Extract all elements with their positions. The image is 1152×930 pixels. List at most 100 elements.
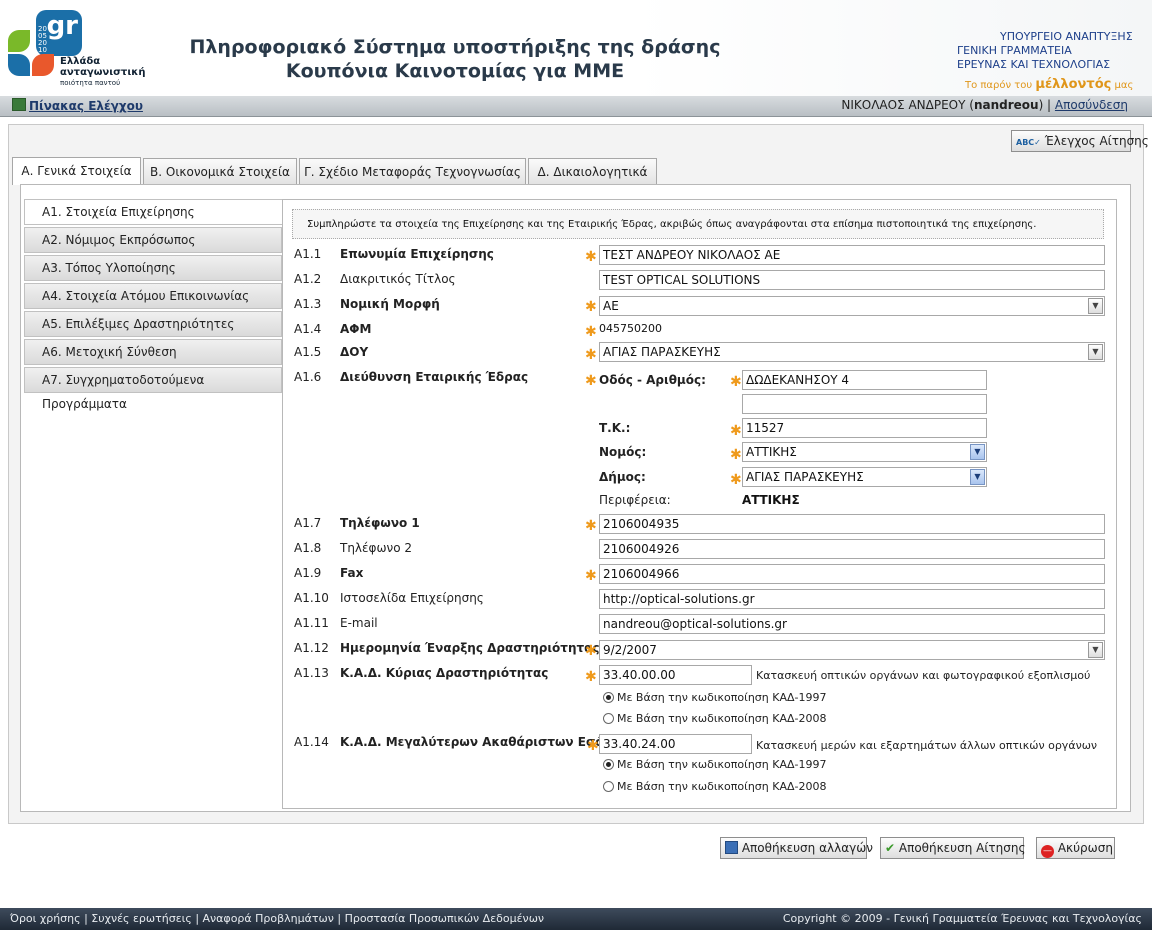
main-kad-radio-1997[interactable]: Με Βάση την κωδικοποίηση ΚΑΔ-1997 [603,691,826,704]
sidebar-item-shareholders[interactable]: Α6. Μετοχική Σύνθεση [24,339,282,365]
field-number: A1.4 [294,322,322,336]
save-application-button[interactable]: ✔ Αποθήκευση Αίτησης [880,837,1026,859]
user-name: ΝΙΚΟΛΑΟΣ ΑΝΔΡΕΟΥ [841,98,966,112]
required-marker: ✱ [730,472,742,488]
dashboard-label: Πίνακας Ελέγχου [29,99,143,113]
sidebar-item-company[interactable]: Α1. Στοιχεία Επιχείρησης [24,199,282,225]
phone1-input[interactable]: 2106004935 [599,514,1105,534]
field-number: A1.1 [294,247,322,261]
start-date-value: 9/2/2007 [603,643,657,657]
checkmark-icon: ✔ [885,841,896,855]
required-marker: ✱ [585,249,597,265]
revenue-kad-radio-2008[interactable]: Με Βάση την κωδικοποίηση ΚΑΔ-2008 [603,780,826,793]
afm-value: 045750200 [599,322,662,335]
tab-label: Γ. Σχέδιο Μεταφοράς Τεχνογνωσίας [304,165,521,179]
fax-label: Fax [340,566,364,580]
sidebar-item-label: Α1. Στοιχεία Επιχείρησης [42,205,195,219]
field-number: A1.3 [294,297,322,311]
system-title-line-1: Πληροφοριακό Σύστημα υποστήριξης της δρά… [189,36,721,58]
distinctive-title-input[interactable]: TEST OPTICAL SOLUTIONS [599,270,1105,290]
email-input[interactable]: nandreou@optical-solutions.gr [599,614,1105,634]
sidebar-item-label: Α3. Τόπος Υλοποίησης [42,261,176,275]
chevron-down-icon: ▼ [1088,298,1103,314]
footer-copyright: Copyright © 2009 - Γενική Γραμματεία Έρε… [782,912,1142,925]
tab-general[interactable]: Α. Γενικά Στοιχεία [12,157,141,185]
website-input[interactable]: http://optical-solutions.gr [599,589,1105,609]
main-kad-input[interactable]: 33.40.00.00 [599,665,752,685]
sidebar-item-label: Α6. Μετοχική Σύνθεση [42,345,177,359]
start-date-select[interactable]: 9/2/2007 ▼ [599,640,1105,660]
radio-label: Με Βάση την κωδικοποίηση ΚΑΔ-2008 [617,712,827,725]
motto-bold: μέλλοντός [1035,77,1112,92]
company-name-label: Επωνυμία Επιχείρησης [340,247,494,261]
logo-petal-blue [8,54,30,76]
tax-office-select[interactable]: ΑΓΙΑΣ ΠΑΡΑΣΚΕΥΗΣ ▼ [599,342,1105,362]
website-label: Ιστοσελίδα Επιχείρησης [340,591,484,605]
sidebar-item-label: Α5. Επιλέξιμες Δραστηριότητες [42,317,235,331]
company-name-input[interactable]: ΤΕΣΤ ΑΝΔΡΕΟΥ ΝΙΚΟΛΑΟΣ ΑΕ [599,245,1105,265]
required-marker: ✱ [730,447,742,463]
sidebar-item-contact[interactable]: Α4. Στοιχεία Ατόμου Επικοινωνίας [24,283,282,309]
phone2-label: Τηλέφωνο 2 [340,541,412,555]
required-marker: ✱ [730,374,742,390]
tab-documents[interactable]: Δ. Δικαιολογητικά [528,158,657,184]
tab-knowhow-plan[interactable]: Γ. Σχέδιο Μεταφοράς Τεχνογνωσίας [299,158,526,184]
afm-label: ΑΦΜ [340,322,372,336]
address-label: Διεύθυνση Εταιρικής Έδρας [340,370,529,384]
fax-input[interactable]: 2106004966 [599,564,1105,584]
revenue-kad-description: Κατασκευή μερών και εξαρτημάτων άλλων οπ… [756,739,1098,752]
field-number: A1.11 [294,616,329,630]
sidebar-item-activities[interactable]: Α5. Επιλέξιμες Δραστηριότητες [24,311,282,337]
sidebar-item-location[interactable]: Α3. Τόπος Υλοποίησης [24,255,282,281]
logo-year: 2005 2010 [38,25,47,54]
field-number: A1.10 [294,591,329,605]
required-marker: ✱ [585,373,597,389]
chevron-down-icon: ▼ [1088,344,1103,360]
revenue-kad-input[interactable]: 33.40.24.00 [599,734,752,754]
region-value: ΑΤΤΙΚΗΣ [742,493,800,507]
ministry-line-1: ΥΠΟΥΡΓΕΙΟ ΑΝΑΠΤΥΞΗΣ [1000,30,1133,43]
logo-line-3: ποιότητα παντού [60,79,121,87]
dashboard-link[interactable]: Πίνακας Ελέγχου [12,98,143,113]
municipality-select[interactable]: ΑΓΙΑΣ ΠΑΡΑΣΚΕΥΗΣ ▼ [742,467,987,487]
logo-petal-green [8,30,30,52]
radio-empty-icon [603,713,614,724]
logo-text: Ελλάδα ανταγωνιστική ποιότητα παντού [60,56,145,89]
motto-post: μας [1114,80,1134,91]
sidebar-item-legal-rep[interactable]: Α2. Νόμιμος Εκπρόσωπος [24,227,282,253]
required-marker: ✱ [585,518,597,534]
sidebar-item-label: Α4. Στοιχεία Ατόμου Επικοινωνίας [42,289,250,303]
system-title: Πληροφοριακό Σύστημα υποστήριξης της δρά… [150,35,760,83]
street-input[interactable]: ΔΩΔΕΚΑΝΗΣΟΥ 4 [742,370,987,390]
main-kad-description: Κατασκευή οπτικών οργάνων και φωτογραφικ… [756,669,1091,682]
zip-input[interactable]: 11527 [742,418,987,438]
ministry-logo: ΥΠΟΥΡΓΕΙΟ ΑΝΑΠΤΥΞΗΣ ΓΕΝΙΚΗ ΓΡΑΜΜΑΤΕΙΑ ΕΡ… [957,30,1133,72]
start-date-label: Ημερομηνία Έναρξης Δραστηριότητας [340,641,600,655]
street-line2-input[interactable] [742,394,987,414]
cancel-button[interactable]: — Ακύρωση [1036,837,1115,859]
check-application-button[interactable]: ABC✓ Έλεγχος Αίτησης [1011,130,1149,152]
required-marker: ✱ [585,324,597,340]
main-kad-radio-2008[interactable]: Με Βάση την κωδικοποίηση ΚΑΔ-2008 [603,712,826,725]
dashboard-icon [12,98,26,111]
sidebar-item-cofunded[interactable]: Α7. Συγχρηματοδοτούμενα Προγράμματα [24,367,282,411]
required-marker: ✱ [585,669,597,685]
check-application-label: Έλεγχος Αίτησης [1044,134,1149,148]
required-marker: ✱ [585,568,597,584]
phone2-input[interactable]: 2106004926 [599,539,1105,559]
user-login: nandreou [973,98,1039,112]
revenue-kad-radio-1997[interactable]: Με Βάση την κωδικοποίηση ΚΑΔ-1997 [603,758,826,771]
municipality-label: Δήμος: [599,470,646,484]
legal-form-select[interactable]: ΑΕ ▼ [599,296,1105,316]
radio-empty-icon [603,781,614,792]
tab-financial[interactable]: Β. Οικονομικά Στοιχεία [143,158,297,184]
logout-link[interactable]: Αποσύνδεση [1055,98,1128,112]
user-info: ΝΙΚΟΛΑΟΣ ΑΝΔΡΕΟΥ (nandreou) | Αποσύνδεση [841,98,1128,112]
municipality-value: ΑΓΙΑΣ ΠΑΡΑΣΚΕΥΗΣ [746,470,864,484]
tab-label: Α. Γενικά Στοιχεία [21,164,132,178]
save-application-label: Αποθήκευση Αίτησης [898,841,1026,855]
save-changes-button[interactable]: Αποθήκευση αλλαγών [720,837,873,859]
footer-links[interactable]: Όροι χρήσης | Συχνές ερωτήσεις | Αναφορά… [10,908,544,930]
required-marker: ✱ [730,423,742,439]
prefecture-select[interactable]: ΑΤΤΙΚΗΣ ▼ [742,442,987,462]
